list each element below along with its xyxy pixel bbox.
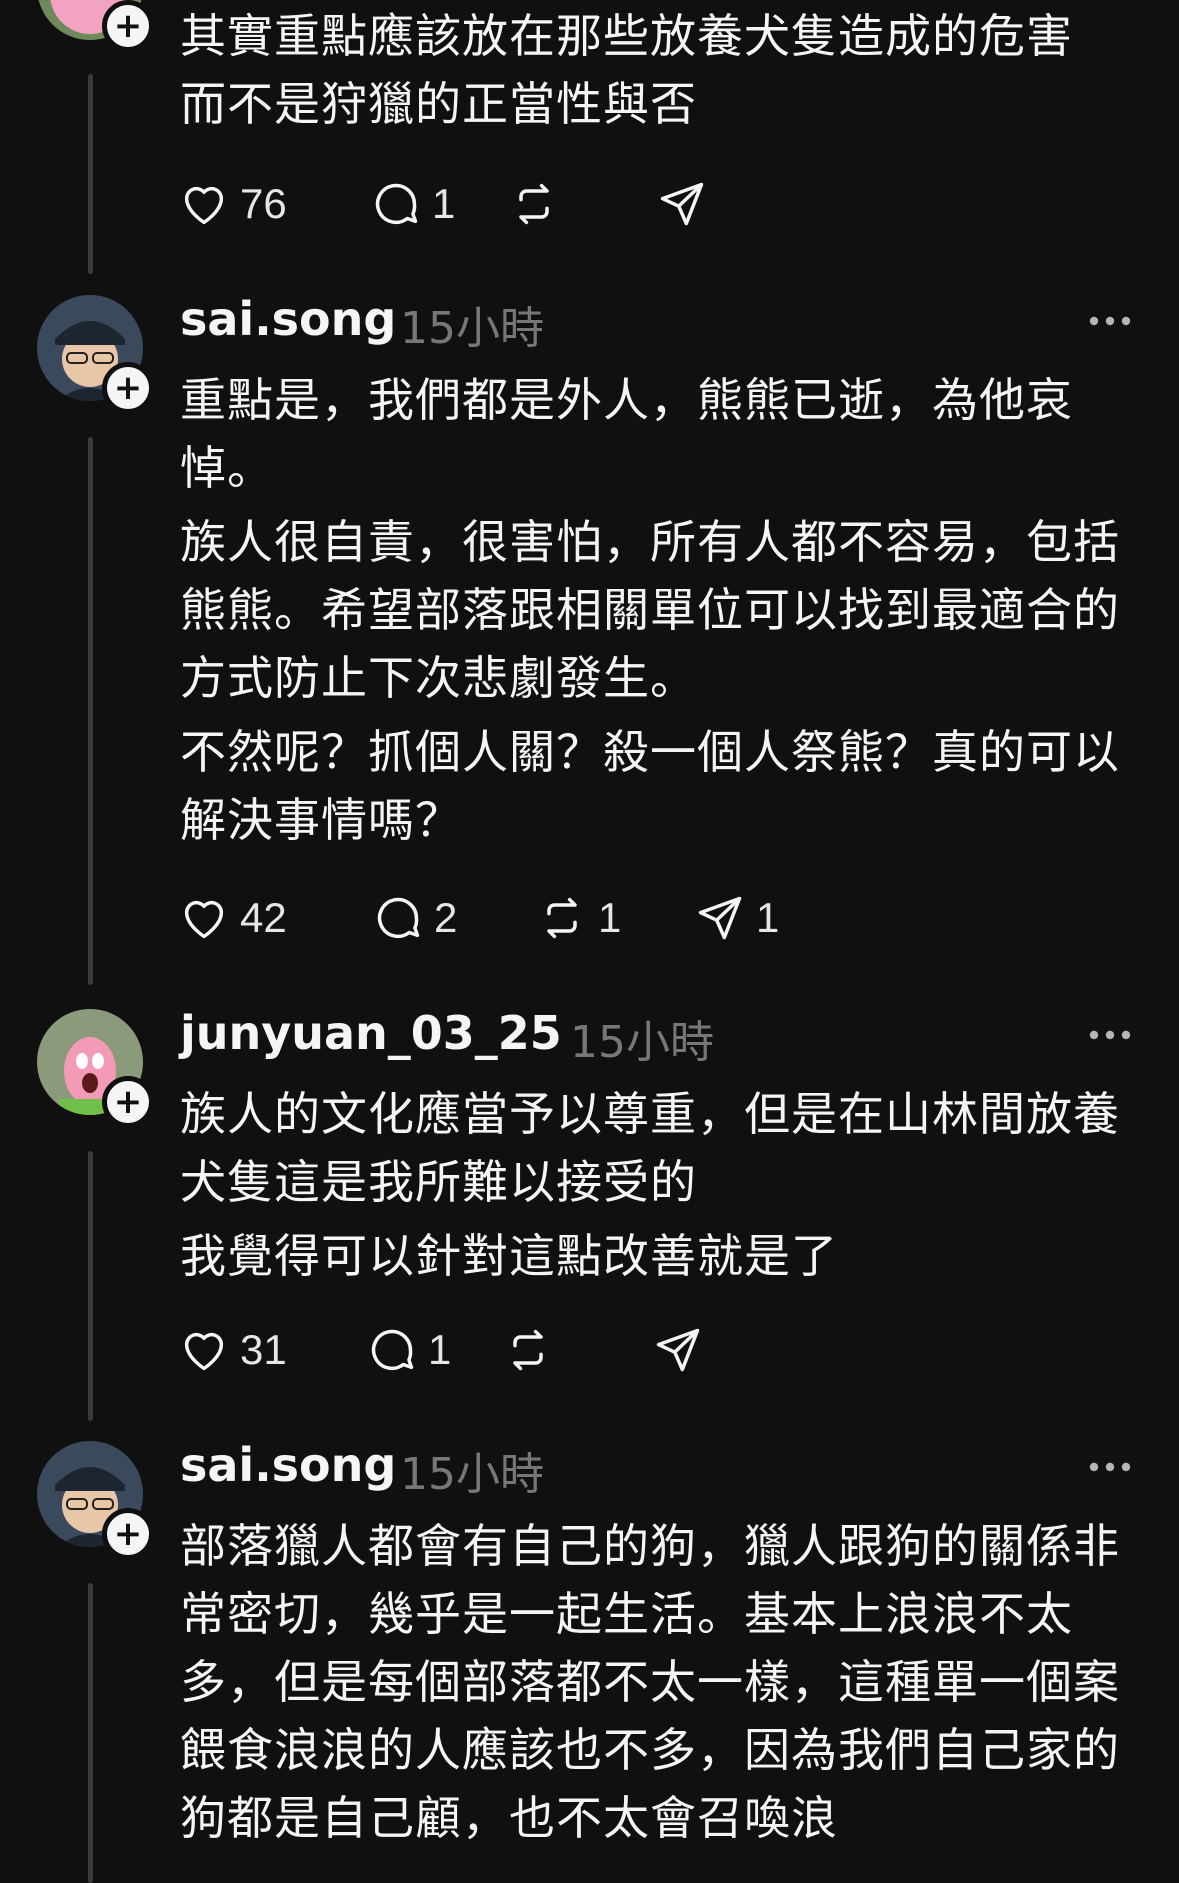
like-count: 31 bbox=[240, 1326, 287, 1373]
share-icon bbox=[698, 896, 742, 940]
like-count: 76 bbox=[240, 180, 287, 227]
post-text-line: 重點是，我們都是外人，熊熊已逝，為他哀悼。 bbox=[180, 373, 1073, 495]
thread-connector-line bbox=[88, 1151, 93, 1421]
username[interactable]: sai.song bbox=[180, 1438, 396, 1492]
post-text-line: 族人很自責，很害怕，所有人都不容易，包括熊熊。希望部落跟相關單位可以找到最適合的… bbox=[180, 515, 1120, 705]
share-icon bbox=[656, 1328, 700, 1372]
repost-count: 1 bbox=[598, 894, 622, 941]
more-icon[interactable] bbox=[1088, 315, 1132, 327]
post-text-line: 其實重點應該放在那些放養犬隻造成的危害 而不是狩獵的正當性與否 bbox=[180, 9, 1073, 131]
share-button[interactable] bbox=[656, 176, 718, 232]
action-bar: 76 1 bbox=[178, 176, 978, 232]
comment-icon bbox=[371, 1329, 414, 1371]
reply-count: 1 bbox=[428, 1326, 452, 1373]
reply-button[interactable]: 1 bbox=[370, 176, 455, 232]
repost-icon bbox=[547, 897, 577, 939]
like-count: 42 bbox=[240, 894, 287, 941]
heart-icon bbox=[184, 1332, 224, 1371]
username[interactable]: sai.song bbox=[180, 292, 396, 346]
like-button[interactable]: 42 bbox=[178, 890, 287, 946]
reply-button[interactable]: 1 bbox=[366, 1322, 451, 1378]
timestamp: 15小時 bbox=[570, 1017, 714, 1068]
comment-icon bbox=[377, 897, 420, 939]
follow-plus-icon[interactable]: + bbox=[102, 1076, 154, 1128]
repost-button[interactable] bbox=[502, 1322, 564, 1378]
comment-icon bbox=[375, 183, 418, 225]
post-body: 其實重點應該放在那些放養犬隻造成的危害 而不是狩獵的正當性與否 bbox=[180, 2, 1150, 144]
repost-button[interactable]: 1 bbox=[536, 890, 621, 946]
share-count: 1 bbox=[756, 894, 780, 941]
action-bar: 31 1 bbox=[178, 1322, 978, 1378]
post-body: 族人的文化應當予以尊重，但是在山林間放養犬隻這是我所難以接受的 我覺得可以針對這… bbox=[180, 1080, 1150, 1296]
post-body: 部落獵人都會有自己的狗，獵人跟狗的關係非常密切，幾乎是一起生活。基本上浪浪不太多… bbox=[180, 1512, 1150, 1858]
thread-connector-line bbox=[88, 1583, 93, 1883]
more-icon[interactable] bbox=[1088, 1029, 1132, 1041]
share-button[interactable]: 1 bbox=[694, 890, 779, 946]
action-bar: 42 2 1 1 bbox=[178, 890, 978, 946]
post-text-line: 部落獵人都會有自己的狗，獵人跟狗的關係非常密切，幾乎是一起生活。基本上浪浪不太多… bbox=[180, 1519, 1120, 1845]
username[interactable]: junyuan_03_25 bbox=[180, 1006, 562, 1060]
repost-icon bbox=[519, 183, 549, 225]
timestamp: 15小時 bbox=[400, 303, 544, 354]
heart-icon bbox=[184, 900, 224, 939]
follow-plus-icon[interactable]: + bbox=[102, 1508, 154, 1560]
post-text-line: 不然呢？抓個人關？殺一個人祭熊？真的可以解決事情嗎？ bbox=[180, 725, 1120, 847]
follow-plus-icon[interactable]: + bbox=[102, 362, 154, 414]
repost-icon bbox=[513, 1329, 543, 1371]
reply-count: 1 bbox=[432, 180, 456, 227]
like-button[interactable]: 31 bbox=[178, 1322, 287, 1378]
share-button[interactable] bbox=[652, 1322, 714, 1378]
post-text-line: 族人的文化應當予以尊重，但是在山林間放養犬隻這是我所難以接受的 bbox=[180, 1087, 1120, 1209]
reply-button[interactable]: 2 bbox=[372, 890, 457, 946]
post-body: 重點是，我們都是外人，熊熊已逝，為他哀悼。 族人很自責，很害怕，所有人都不容易，… bbox=[180, 366, 1150, 860]
reply-count: 2 bbox=[434, 894, 458, 941]
heart-icon bbox=[184, 186, 224, 225]
follow-plus-icon[interactable]: + bbox=[102, 0, 154, 52]
like-button[interactable]: 76 bbox=[178, 176, 287, 232]
thread-connector-line bbox=[88, 74, 93, 274]
repost-button[interactable] bbox=[508, 176, 570, 232]
thread-connector-line bbox=[88, 437, 93, 985]
more-icon[interactable] bbox=[1088, 1461, 1132, 1473]
timestamp: 15小時 bbox=[400, 1449, 544, 1500]
post-text-line: 我覺得可以針對這點改善就是了 bbox=[180, 1229, 838, 1283]
share-icon bbox=[660, 182, 704, 226]
